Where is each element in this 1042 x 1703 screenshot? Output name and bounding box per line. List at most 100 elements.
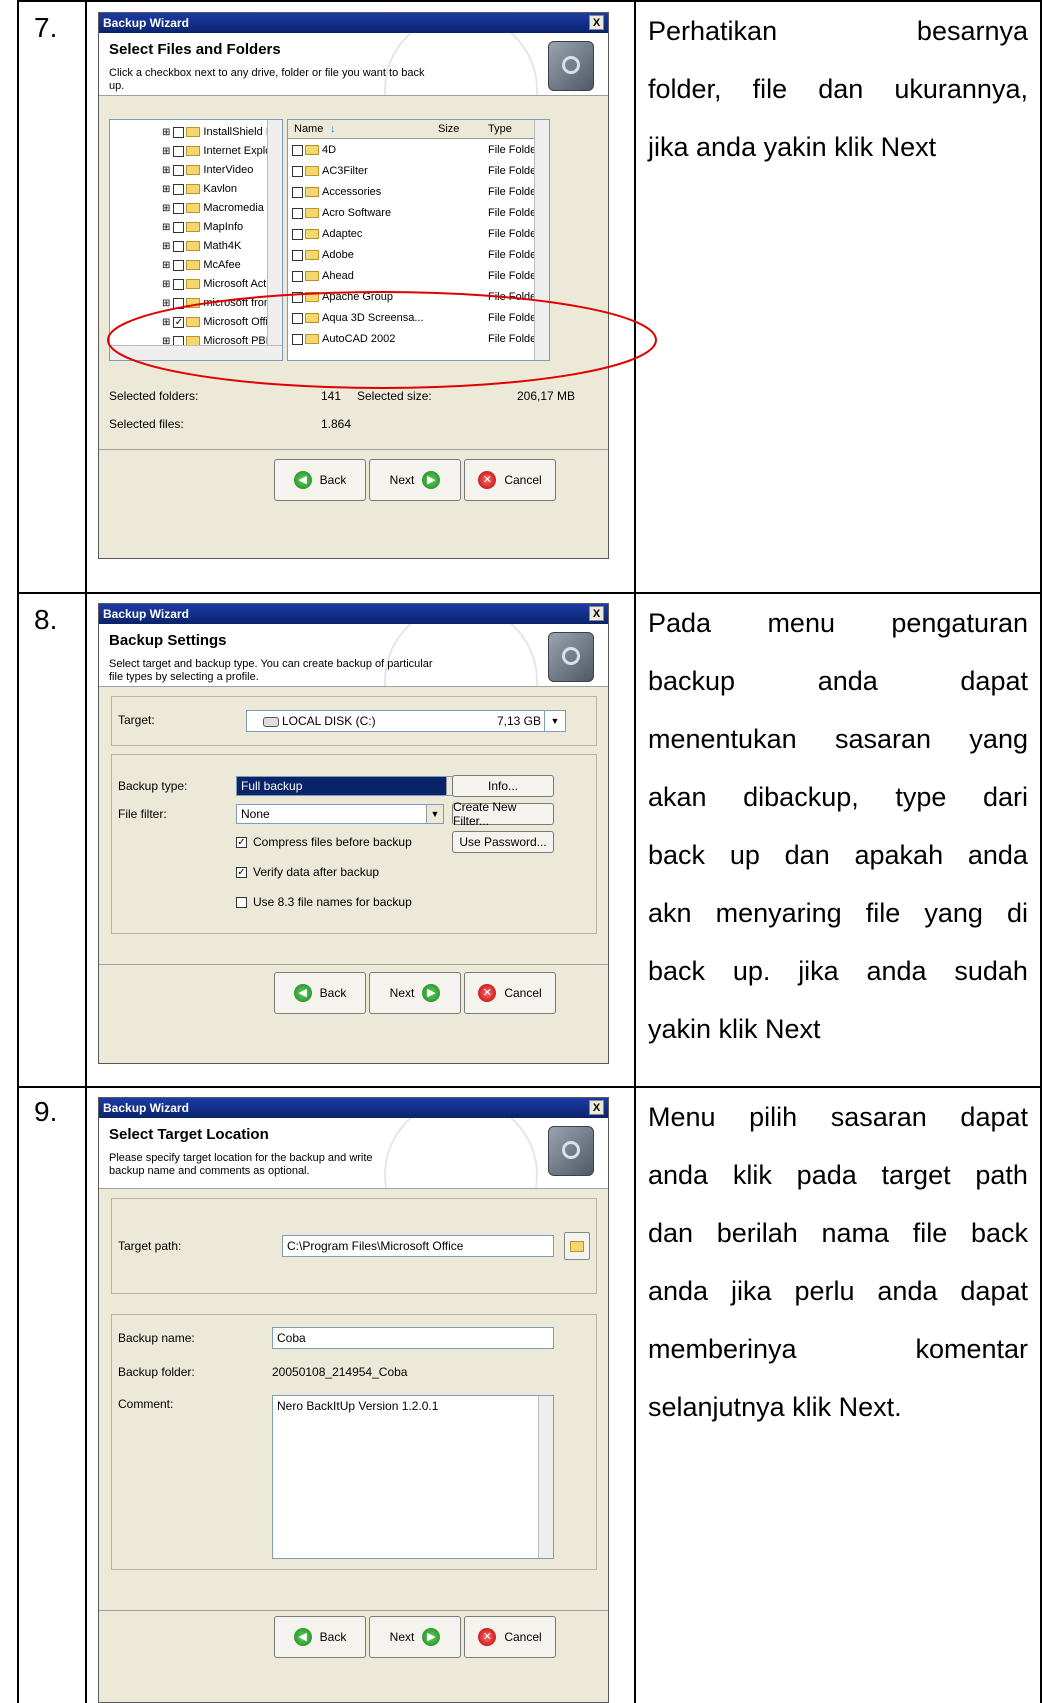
back-button[interactable]: ◀ Back xyxy=(274,459,366,501)
compress-checkbox[interactable]: ✓ Compress files before backup xyxy=(236,835,412,849)
step-description: Perhatikan besarnya folder, file dan ukurann… xyxy=(648,2,1028,176)
short-names-checkbox[interactable]: Use 8.3 file names for backup xyxy=(236,895,412,909)
backup-wizard-window: Backup Wizard X Backup Settings Select ta… xyxy=(98,603,609,1064)
separator xyxy=(99,1610,608,1611)
backup-type-dropdown[interactable]: Full backup▼ xyxy=(236,776,464,796)
expand-icon[interactable]: ⊞ xyxy=(162,146,170,157)
col-name[interactable]: Name xyxy=(294,120,323,138)
folder-icon xyxy=(186,222,201,233)
checkbox[interactable] xyxy=(292,270,303,282)
tree-item[interactable]: ⊞ Math4K xyxy=(162,236,241,256)
checkbox[interactable] xyxy=(292,144,303,156)
target-dropdown[interactable]: LOCAL DISK (C:) 7,13 GB xyxy=(246,710,566,732)
col-type[interactable]: Type xyxy=(488,120,512,138)
file-name: Ahead xyxy=(322,270,354,282)
tree-item[interactable]: ⊞ MapInfo xyxy=(162,217,243,237)
checkbox[interactable] xyxy=(236,897,247,909)
file-row[interactable]: Acro Software File Folder xyxy=(292,203,540,223)
checkbox[interactable] xyxy=(173,221,185,233)
target-path-input[interactable]: C:\Program Files\Microsoft Office xyxy=(282,1235,554,1257)
expand-icon[interactable]: ⊞ xyxy=(162,165,170,176)
expand-icon[interactable]: ⊞ xyxy=(162,260,170,271)
folder-icon xyxy=(186,203,201,214)
checkbox[interactable] xyxy=(292,249,303,261)
backup-name-input[interactable]: Coba xyxy=(272,1327,554,1349)
next-arrow-icon: ▶ xyxy=(422,984,441,1002)
step-description: Pada menu pengaturan backup anda dapat menen… xyxy=(648,594,1028,1058)
cancel-button[interactable]: ✕ Cancel xyxy=(464,1616,556,1658)
close-button[interactable]: X xyxy=(589,606,604,621)
desc-line: memberinya komentar xyxy=(648,1334,1028,1364)
checkbox[interactable] xyxy=(292,186,303,198)
use-password-button[interactable]: Use Password... xyxy=(452,831,554,853)
checkbox[interactable] xyxy=(292,228,303,240)
page-title: Backup Settings xyxy=(109,632,227,649)
expand-icon[interactable]: ⊞ xyxy=(162,241,170,252)
target-dropdown-arrow[interactable]: ▼ xyxy=(544,710,566,732)
desc-line: back up dan apakah anda xyxy=(648,840,1028,870)
title-bar: Backup Wizard X xyxy=(99,13,608,33)
safe-icon xyxy=(548,1126,594,1176)
back-button[interactable]: ◀ Back xyxy=(274,1616,366,1658)
next-button[interactable]: Next ▶ xyxy=(369,1616,461,1658)
file-row[interactable]: AC3Filter File Folder xyxy=(292,161,540,181)
next-button[interactable]: Next ▶ xyxy=(369,972,461,1014)
target-path-label: Target path: xyxy=(118,1239,182,1253)
file-type: File Folder xyxy=(488,165,540,177)
back-arrow-icon: ◀ xyxy=(293,471,312,489)
checkbox[interactable] xyxy=(292,207,303,219)
tree-item-label: MapInfo xyxy=(203,221,244,233)
next-button[interactable]: Next ▶ xyxy=(369,459,461,501)
close-button[interactable]: X xyxy=(589,1100,604,1115)
expand-icon[interactable]: ⊞ xyxy=(162,222,170,233)
checkbox[interactable] xyxy=(173,164,185,176)
tree-item[interactable]: ⊞ Macromedia xyxy=(162,198,264,218)
file-row[interactable]: Accessories File Folder xyxy=(292,182,540,202)
tree-item[interactable]: ⊞ McAfee xyxy=(162,255,241,275)
file-type: File Folder xyxy=(488,270,540,282)
file-name: Accessories xyxy=(322,186,382,198)
checkbox[interactable] xyxy=(173,145,185,157)
verify-checkbox[interactable]: ✓ Verify data after backup xyxy=(236,865,379,879)
folder-icon xyxy=(305,145,319,156)
info-button[interactable]: Info... xyxy=(452,775,554,797)
browse-folder-button[interactable] xyxy=(564,1232,590,1260)
tree-item[interactable]: ⊞ InstallShield Insta xyxy=(162,122,282,142)
file-filter-dropdown[interactable]: None ▼ xyxy=(236,804,444,824)
cancel-button[interactable]: ✕ Cancel xyxy=(464,459,556,501)
tree-item[interactable]: ⊞ InterVideo xyxy=(162,160,253,180)
file-row[interactable]: Ahead File Folder xyxy=(292,266,540,286)
tree-item[interactable]: ⊞ Internet Explorer xyxy=(162,141,282,161)
cancel-button[interactable]: ✕ Cancel xyxy=(464,972,556,1014)
expand-icon[interactable]: ⊞ xyxy=(162,184,170,195)
desc-line: anda jika perlu anda dapat xyxy=(648,1276,1028,1306)
checkbox[interactable] xyxy=(292,165,303,177)
checkbox[interactable] xyxy=(173,240,185,252)
step-description: Menu pilih sasaran dapat anda klik pada target… xyxy=(648,1088,1028,1436)
checkbox[interactable]: ✓ xyxy=(236,867,247,879)
checkbox[interactable] xyxy=(173,126,185,138)
checkbox[interactable] xyxy=(173,183,185,195)
comment-scrollbar[interactable] xyxy=(538,1396,553,1558)
checkbox-label: Use 8.3 file names for backup xyxy=(253,895,412,909)
backup-name-label: Backup name: xyxy=(118,1331,195,1345)
desc-line: Pada menu pengaturan xyxy=(648,608,1028,638)
checkbox[interactable] xyxy=(173,202,185,214)
file-row[interactable]: Adobe File Folder xyxy=(292,245,540,265)
expand-icon[interactable]: ⊞ xyxy=(162,127,170,138)
back-button[interactable]: ◀ Back xyxy=(274,972,366,1014)
back-arrow-icon: ◀ xyxy=(293,984,312,1002)
checkbox[interactable] xyxy=(173,259,185,271)
title-bar: Backup Wizard X xyxy=(99,604,608,624)
file-row[interactable]: Adaptec File Folder xyxy=(292,224,540,244)
tree-item[interactable]: ⊞ Kavlon xyxy=(162,179,237,199)
comment-textarea[interactable]: Nero BackItUp Version 1.2.0.1 xyxy=(272,1395,554,1559)
create-filter-button[interactable]: Create New Filter... xyxy=(452,800,554,828)
expand-icon[interactable]: ⊞ xyxy=(162,203,170,214)
col-size[interactable]: Size xyxy=(438,120,459,138)
file-row[interactable]: 4D File Folder xyxy=(292,140,540,160)
desc-line: backup anda dapat xyxy=(648,666,1028,696)
file-type: File Folder xyxy=(488,186,540,198)
checkbox[interactable]: ✓ xyxy=(236,837,247,849)
close-button[interactable]: X xyxy=(589,15,604,30)
